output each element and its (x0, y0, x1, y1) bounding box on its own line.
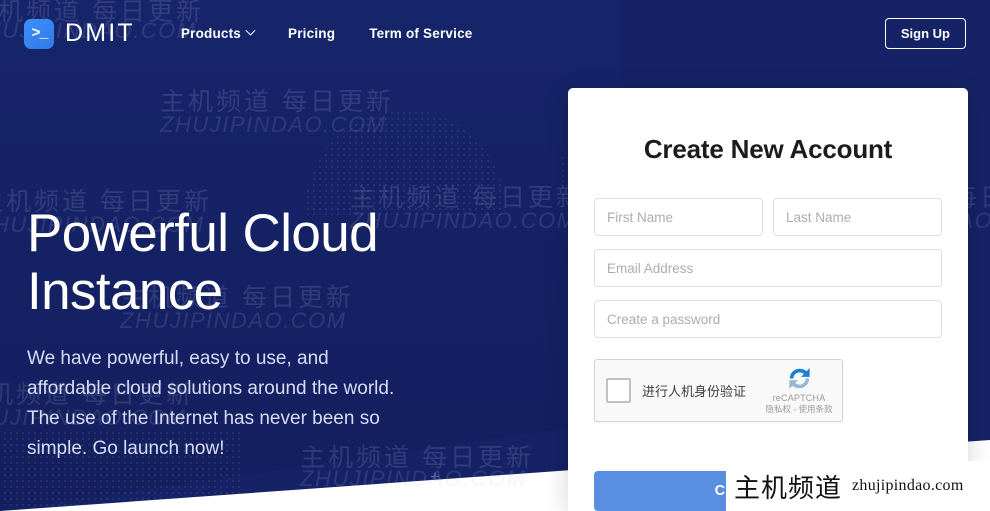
hero-title-line1: Powerful Cloud (27, 204, 379, 263)
site-header: >_ DMIT Products Pricing Term of Service… (0, 0, 990, 67)
recaptcha-checkbox[interactable] (606, 378, 631, 403)
recaptcha-terms-link[interactable]: 隐私权 - 使用条款 (763, 403, 835, 415)
signup-card-title: Create New Account (643, 134, 893, 164)
terminal-prompt-icon: >_ (24, 18, 54, 49)
nav-item-pricing[interactable]: Pricing (288, 26, 335, 41)
watermark-badge-cn: 主机频道 (734, 472, 843, 503)
recaptcha-label: 进行人机身份验证 (642, 384, 747, 399)
nav-item-label: Products (180, 26, 242, 41)
nav-item-label: Pricing (288, 26, 336, 41)
plus-accent-icon: + (430, 467, 440, 486)
signup-card: 主机频道 每日更新 ZHUJIPINDAO.COM 主机频道 每日更新 ZHUJ… (568, 88, 968, 511)
watermark-badge-url: zhujipindao.com (852, 477, 964, 494)
nav-item-label: Term of Service (369, 26, 473, 41)
recaptcha-logo-icon (786, 365, 813, 392)
brand-logo[interactable]: >_ DMIT (24, 18, 135, 49)
nav-item-products[interactable]: Products (180, 25, 256, 41)
name-field-row: First Name Last Name (594, 198, 942, 236)
recaptcha-branding: reCAPTCHA 隐私权 - 使用条款 (763, 365, 835, 415)
watermark-badge: 主机频道 zhujipindao.com (726, 461, 990, 511)
last-name-input[interactable]: Last Name (773, 198, 942, 236)
chevron-down-icon (245, 25, 256, 36)
brand-name: DMIT (65, 19, 135, 47)
hero-title-line2: Instance (27, 262, 223, 321)
nav-item-term-of-service[interactable]: Term of Service (369, 26, 472, 41)
hero-section: Powerful Cloud Instance We have powerful… (27, 205, 447, 464)
main-navigation: Products Pricing Term of Service (180, 25, 473, 41)
hero-subtitle: We have powerful, easy to use, and affor… (27, 348, 395, 459)
recaptcha-brand-name: reCAPTCHA (772, 393, 826, 403)
first-name-input[interactable]: First Name (594, 198, 763, 236)
recaptcha-widget[interactable]: 进行人机身份验证 reCAPTCHA 隐私权 - 使用条款 (594, 359, 843, 422)
password-input[interactable]: Create a password (594, 300, 942, 338)
page-root: + 主机频道 每日更新 ZHUJIPINDAO.COM 主机频道 每日更新 ZH… (0, 0, 990, 511)
hero-title: Powerful Cloud Instance (27, 205, 447, 321)
sign-up-button[interactable]: Sign Up (884, 18, 966, 49)
email-input[interactable]: Email Address (594, 249, 942, 287)
